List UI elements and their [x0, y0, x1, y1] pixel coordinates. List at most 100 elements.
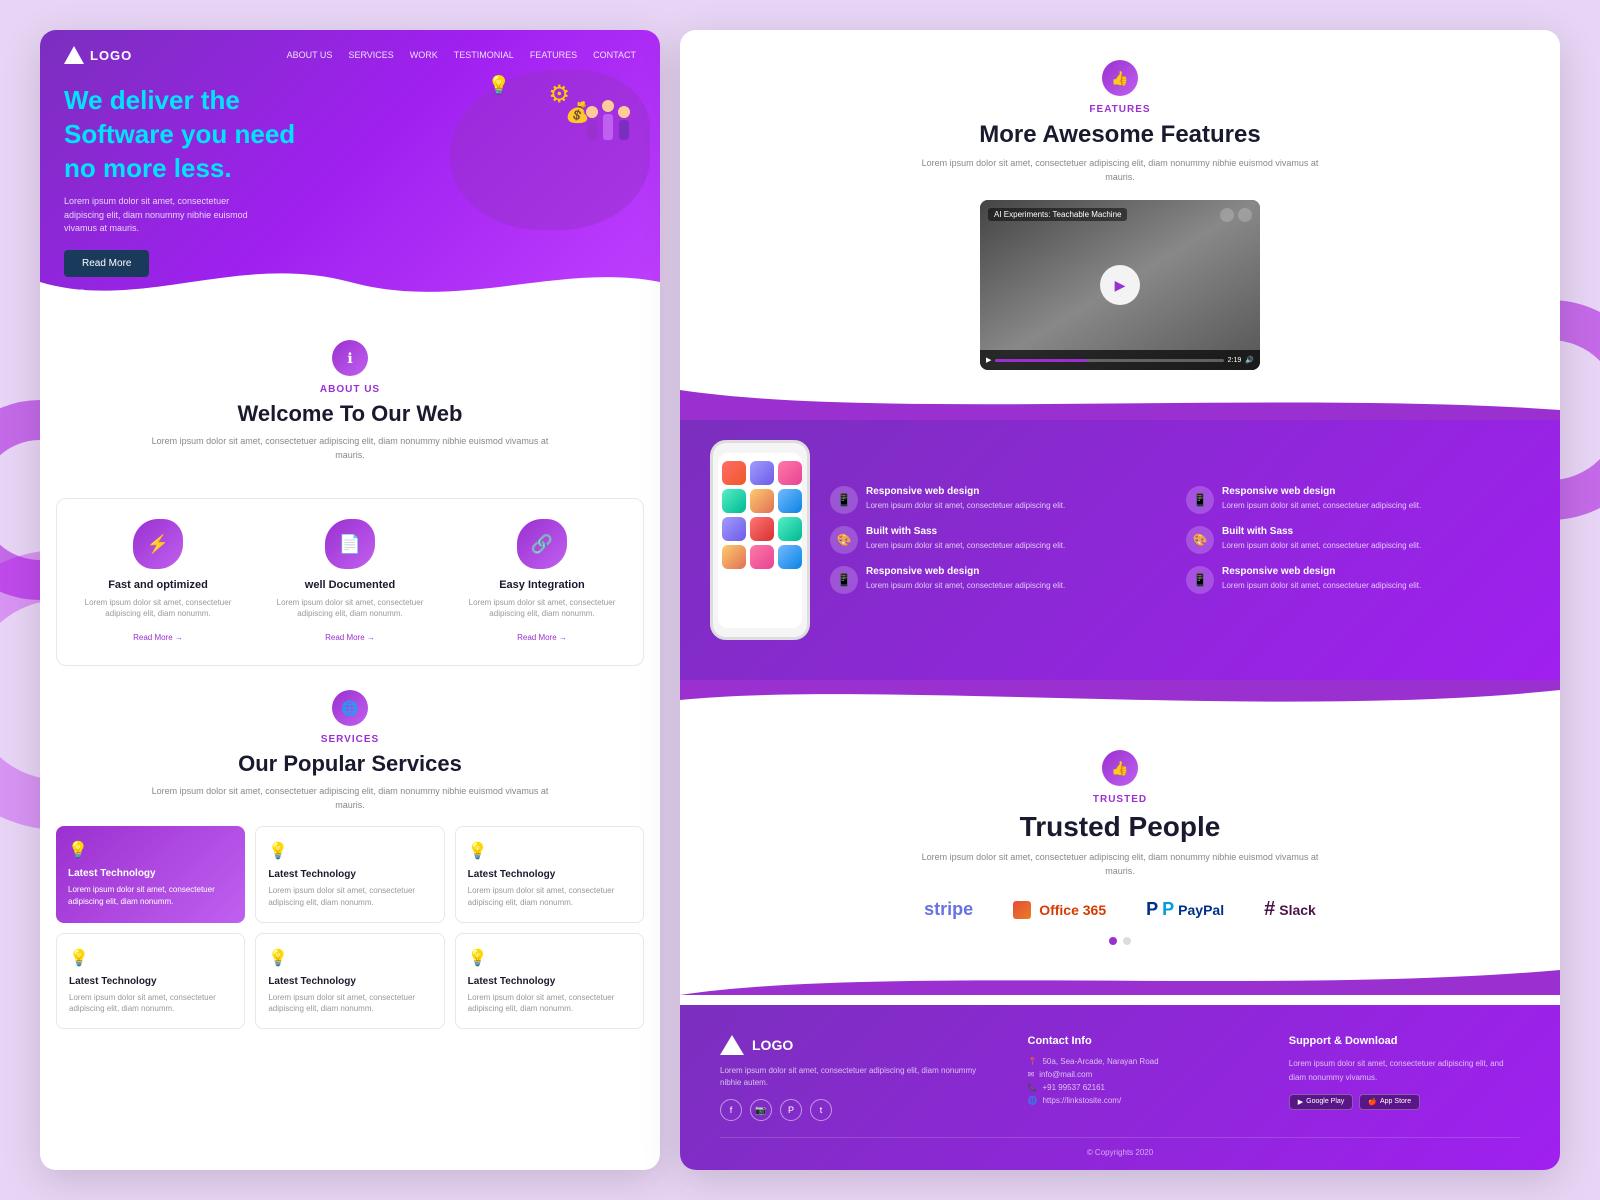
- app-store-badge[interactable]: 🍎 App Store: [1359, 1094, 1420, 1110]
- feature-item-4: 🎨 Built with Sass Lorem ipsum dolor sit …: [1186, 526, 1530, 554]
- footer-logo-col: LOGO Lorem ipsum dolor sit amet, consect…: [720, 1035, 998, 1121]
- hero-illustration: ⚙ 💰 💡: [410, 60, 650, 260]
- feature-card-1: ⚡ Fast and optimized Lorem ipsum dolor s…: [67, 519, 249, 645]
- feature-card-link-1[interactable]: Read More →: [133, 633, 183, 642]
- video-player[interactable]: AI Experiments: Teachable Machine ▶ ▶ 2:…: [980, 200, 1260, 370]
- service-card-desc-5: Lorem ipsum dolor sit amet, consectetuer…: [268, 992, 431, 1014]
- service-card-title-6: Latest Technology: [468, 976, 631, 987]
- google-play-text: Google Play: [1306, 1098, 1344, 1105]
- play-button[interactable]: ▶: [1100, 265, 1140, 305]
- app-icon-8: [750, 517, 774, 541]
- nav-services[interactable]: SERVICES: [348, 50, 393, 60]
- feature-item-desc-6: Lorem ipsum dolor sit amet, consectetuer…: [1222, 580, 1421, 591]
- services-icon: 🌐: [332, 690, 368, 726]
- footer-logo-triangle-icon: [720, 1035, 744, 1055]
- figure-1: [586, 106, 598, 140]
- footer-social-links: f 📷 P t: [720, 1099, 998, 1121]
- nav-testimonial[interactable]: TESTIMONIAL: [454, 50, 514, 60]
- hero-description: Lorem ipsum dolor sit amet, consectetuer…: [64, 195, 264, 236]
- apple-icon: 🍎: [1368, 1098, 1377, 1106]
- nav-about[interactable]: ABOUT US: [287, 50, 333, 60]
- app-icon-12: [778, 545, 802, 569]
- footer-copyright: © Copyrights 2020: [720, 1137, 1520, 1157]
- feature-card-3: 🔗 Easy Integration Lorem ipsum dolor sit…: [451, 519, 633, 645]
- service-card-title-3: Latest Technology: [468, 869, 631, 880]
- app-icon-10: [722, 545, 746, 569]
- feature-item-5: 📱 Responsive web design Lorem ipsum dolo…: [830, 566, 1174, 594]
- instagram-icon[interactable]: 📷: [750, 1099, 772, 1121]
- paypal-text: PayPal: [1178, 902, 1224, 918]
- feature-item-title-5: Responsive web design: [866, 566, 1065, 577]
- service-card-icon-5: 💡: [268, 948, 431, 968]
- footer-section: LOGO Lorem ipsum dolor sit amet, consect…: [680, 1005, 1560, 1170]
- pinterest-icon[interactable]: P: [780, 1099, 802, 1121]
- sass-icon-2: 🎨: [1186, 526, 1214, 554]
- nav-contact[interactable]: CONTACT: [593, 50, 636, 60]
- video-share-icon: [1238, 208, 1252, 222]
- feature-item-text-3: Built with Sass Lorem ipsum dolor sit am…: [866, 526, 1065, 551]
- logo[interactable]: LOGO: [64, 46, 132, 64]
- feature-card-link-3[interactable]: Read More →: [517, 633, 567, 642]
- email-text: info@mail.com: [1039, 1070, 1092, 1079]
- phone-icon: 📞: [1028, 1083, 1038, 1092]
- right-features-icon: 👍: [1102, 60, 1138, 96]
- wave-to-white-spacer: [680, 680, 1560, 720]
- service-card-desc-1: Lorem ipsum dolor sit amet, consectetuer…: [68, 884, 233, 906]
- play-icon[interactable]: ▶: [986, 356, 991, 364]
- app-icon-1: [722, 461, 746, 485]
- address-text: 50a, Sea-Arcade, Narayan Road: [1042, 1057, 1158, 1066]
- facebook-icon[interactable]: f: [720, 1099, 742, 1121]
- feature-item-1: 📱 Responsive web design Lorem ipsum dolo…: [830, 486, 1174, 514]
- services-label: SERVICES: [56, 734, 644, 745]
- video-progress-bar: ▶ 2:19 🔊: [980, 350, 1260, 370]
- feature-item-text-2: Responsive web design Lorem ipsum dolor …: [1222, 486, 1421, 511]
- website-icon: 🌐: [1028, 1096, 1038, 1105]
- footer-support-label: Support & Download: [1289, 1035, 1520, 1047]
- right-features-title: More Awesome Features: [979, 121, 1260, 149]
- app-icon-4: [722, 489, 746, 513]
- feature-item-title-6: Responsive web design: [1222, 566, 1421, 577]
- app-icon-6: [778, 489, 802, 513]
- feature-item-text-4: Built with Sass Lorem ipsum dolor sit am…: [1222, 526, 1421, 551]
- nav-features[interactable]: FEATURES: [530, 50, 577, 60]
- nav-links: ABOUT US SERVICES WORK TESTIMONIAL FEATU…: [287, 50, 636, 60]
- app-icon-2: [750, 461, 774, 485]
- service-card-desc-3: Lorem ipsum dolor sit amet, consectetuer…: [468, 885, 631, 907]
- trust-dot-2[interactable]: [1123, 937, 1131, 945]
- feature-item-2: 📱 Responsive web design Lorem ipsum dolo…: [1186, 486, 1530, 514]
- feature-card-icon-2: 📄: [325, 519, 375, 569]
- paypal-p2-icon: P: [1162, 899, 1174, 920]
- twitter-icon[interactable]: t: [810, 1099, 832, 1121]
- video-progress-track[interactable]: [995, 359, 1223, 362]
- footer-contact-col: Contact Info 📍 50a, Sea-Arcade, Narayan …: [1028, 1035, 1259, 1121]
- service-card-5: 💡 Latest Technology Lorem ipsum dolor si…: [255, 933, 444, 1029]
- responsive-icon-3: 📱: [830, 566, 858, 594]
- about-title: Welcome To Our Web: [64, 401, 636, 427]
- trusted-icon: 👍: [1102, 750, 1138, 786]
- trust-dot-1[interactable]: [1109, 937, 1117, 945]
- footer-grid: LOGO Lorem ipsum dolor sit amet, consect…: [720, 1035, 1520, 1121]
- slack-hash-icon: #: [1264, 898, 1275, 921]
- figure-2: [602, 100, 614, 140]
- feature-item-title-2: Responsive web design: [1222, 486, 1421, 497]
- about-description: Lorem ipsum dolor sit amet, consectetuer…: [150, 435, 550, 462]
- logo-text: LOGO: [90, 48, 132, 63]
- wave-to-white: [680, 680, 1560, 720]
- figure-head: [586, 106, 598, 118]
- feature-card-desc-3: Lorem ipsum dolor sit amet, consectetuer…: [459, 597, 625, 619]
- footer-wave-spacer: [680, 965, 1560, 995]
- hero-section: LOGO ABOUT US SERVICES WORK TESTIMONIAL …: [40, 30, 660, 310]
- nav-bar: LOGO ABOUT US SERVICES WORK TESTIMONIAL …: [40, 30, 660, 64]
- feature-card-link-2[interactable]: Read More →: [325, 633, 375, 642]
- nav-work[interactable]: WORK: [410, 50, 438, 60]
- volume-icon[interactable]: 🔊: [1245, 356, 1254, 364]
- feature-card-title-1: Fast and optimized: [75, 579, 241, 591]
- figure-head: [602, 100, 614, 112]
- google-play-badge[interactable]: ▶ Google Play: [1289, 1094, 1354, 1110]
- app-icon-5: [750, 489, 774, 513]
- trusted-description: Lorem ipsum dolor sit amet, consectetuer…: [920, 851, 1320, 878]
- logo-triangle-icon: [64, 46, 84, 64]
- app-icon-7: [722, 517, 746, 541]
- office365-logo: Office 365: [1013, 901, 1106, 919]
- service-card-4: 💡 Latest Technology Lorem ipsum dolor si…: [56, 933, 245, 1029]
